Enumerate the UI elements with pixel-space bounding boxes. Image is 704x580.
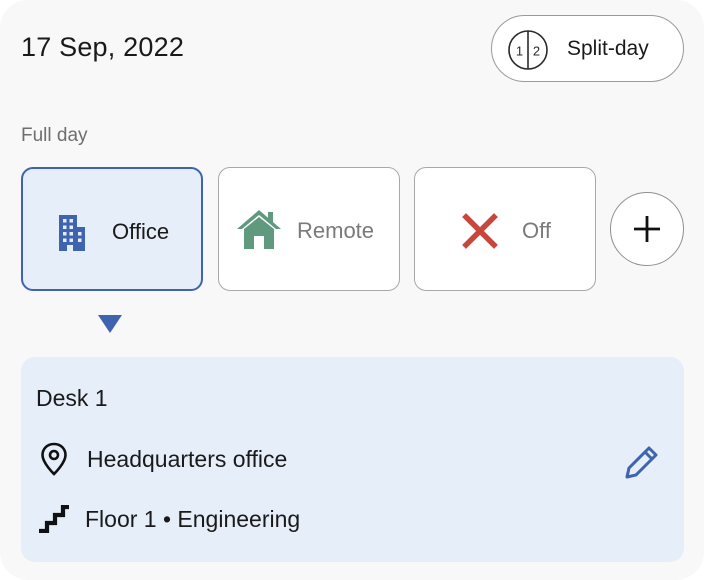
selection-pointer-icon <box>98 315 122 333</box>
home-icon <box>237 210 281 249</box>
office-building-icon <box>59 215 85 251</box>
location-row: Headquarters office <box>36 441 287 477</box>
option-remote[interactable]: Remote <box>218 167 400 291</box>
option-remote-label: Remote <box>297 218 375 243</box>
stairs-icon <box>36 501 72 537</box>
split-day-icon: 1 2 <box>508 30 548 70</box>
split-icon-left-digit: 1 <box>516 44 523 59</box>
location-text: Headquarters office <box>87 445 288 472</box>
desk-title: Desk 1 <box>36 385 108 411</box>
floor-row: Floor 1 • Engineering <box>36 501 300 537</box>
add-option-button[interactable] <box>610 192 684 266</box>
desk-detail-panel: Desk 1 Headquarters office Floor 1 • Eng… <box>21 357 684 562</box>
option-off-label: Off <box>522 218 551 243</box>
edit-pencil-icon[interactable] <box>621 441 663 483</box>
split-day-label: Split-day <box>567 37 649 60</box>
day-card: 17 Sep, 2022 1 2 Split-day Full day Offi… <box>0 0 704 580</box>
floor-text: Floor 1 • Engineering <box>85 505 301 532</box>
location-pin-icon <box>36 441 72 477</box>
plus-icon <box>634 216 660 242</box>
split-icon-right-digit: 2 <box>533 44 540 59</box>
option-off[interactable]: Off <box>414 167 596 291</box>
split-day-button[interactable]: 1 2 Split-day <box>491 15 684 82</box>
option-office[interactable]: Office <box>21 167 203 291</box>
date-title: 17 Sep, 2022 <box>21 32 185 62</box>
close-x-icon <box>462 213 498 249</box>
full-day-label: Full day <box>21 125 88 146</box>
option-office-label: Office <box>112 219 170 244</box>
